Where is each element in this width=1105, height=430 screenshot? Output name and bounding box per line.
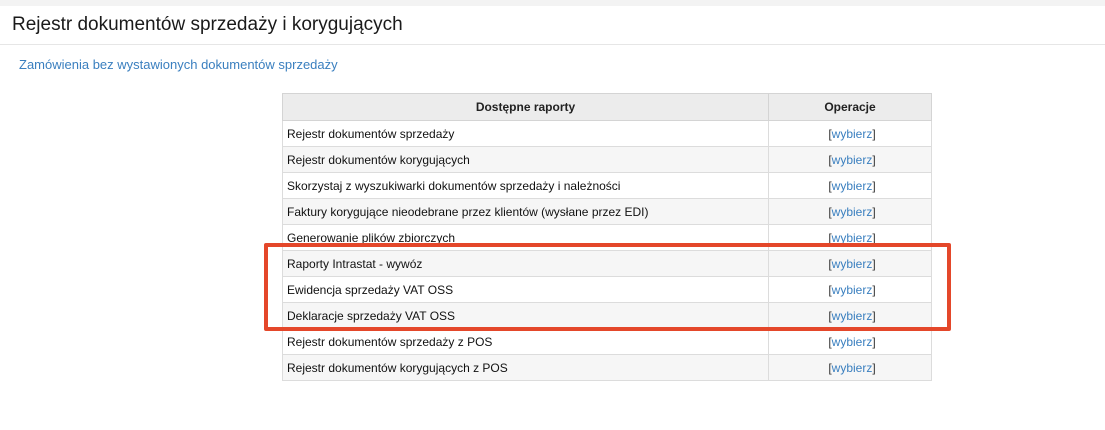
reports-table: Dostępne raporty Operacje Rejestr dokume…	[282, 93, 932, 381]
header-operations: Operacje	[768, 93, 932, 121]
operation-cell: [wybierz]	[768, 302, 932, 329]
report-name: Skorzystaj z wyszukiwarki dokumentów spr…	[282, 172, 769, 199]
table-row: Faktury korygujące nieodebrane przez kli…	[282, 198, 932, 225]
bracket-close: ]	[872, 360, 876, 375]
operation-cell: [wybierz]	[768, 120, 932, 147]
bracket-close: ]	[872, 308, 876, 323]
table-row: Raporty Intrastat - wywóz [wybierz]	[282, 250, 932, 277]
report-name: Rejestr dokumentów sprzedaży	[282, 120, 769, 147]
operation-cell: [wybierz]	[768, 146, 932, 173]
report-name: Rejestr dokumentów korygujących z POS	[282, 354, 769, 381]
report-name: Deklaracje sprzedaży VAT OSS	[282, 302, 769, 329]
select-report-link[interactable]: wybierz	[832, 205, 873, 219]
page-title: Rejestr dokumentów sprzedaży i korygując…	[12, 14, 403, 35]
operation-cell: [wybierz]	[768, 224, 932, 251]
select-report-link[interactable]: wybierz	[832, 309, 873, 323]
operation-cell: [wybierz]	[768, 328, 932, 355]
operation-cell: [wybierz]	[768, 276, 932, 303]
bracket-close: ]	[872, 230, 876, 245]
bracket-close: ]	[872, 334, 876, 349]
select-report-link[interactable]: wybierz	[832, 231, 873, 245]
report-name: Faktury korygujące nieodebrane przez kli…	[282, 198, 769, 225]
table-row: Rejestr dokumentów korygujących [wybierz…	[282, 146, 932, 173]
header-available-reports: Dostępne raporty	[282, 93, 769, 121]
bracket-close: ]	[872, 204, 876, 219]
orders-without-documents-link[interactable]: Zamówienia bez wystawionych dokumentów s…	[19, 57, 338, 72]
select-report-link[interactable]: wybierz	[832, 283, 873, 297]
bracket-close: ]	[872, 126, 876, 141]
report-name: Raporty Intrastat - wywóz	[282, 250, 769, 277]
table-row: Rejestr dokumentów sprzedaży [wybierz]	[282, 120, 932, 147]
report-name: Rejestr dokumentów sprzedaży z POS	[282, 328, 769, 355]
table-row: Rejestr dokumentów korygujących z POS [w…	[282, 354, 932, 381]
bracket-close: ]	[872, 178, 876, 193]
page-header: Rejestr dokumentów sprzedaży i korygując…	[0, 6, 1105, 45]
select-report-link[interactable]: wybierz	[832, 257, 873, 271]
table-header-row: Dostępne raporty Operacje	[282, 93, 932, 121]
table-row: Deklaracje sprzedaży VAT OSS [wybierz]	[282, 302, 932, 329]
table-row: Ewidencja sprzedaży VAT OSS [wybierz]	[282, 276, 932, 303]
select-report-link[interactable]: wybierz	[832, 127, 873, 141]
report-name: Generowanie plików zbiorczych	[282, 224, 769, 251]
table-row: Skorzystaj z wyszukiwarki dokumentów spr…	[282, 172, 932, 199]
operation-cell: [wybierz]	[768, 198, 932, 225]
select-report-link[interactable]: wybierz	[832, 179, 873, 193]
select-report-link[interactable]: wybierz	[832, 335, 873, 349]
table-row: Generowanie plików zbiorczych [wybierz]	[282, 224, 932, 251]
bracket-close: ]	[872, 256, 876, 271]
bracket-close: ]	[872, 152, 876, 167]
table-row: Rejestr dokumentów sprzedaży z POS [wybi…	[282, 328, 932, 355]
operation-cell: [wybierz]	[768, 354, 932, 381]
report-name: Ewidencja sprzedaży VAT OSS	[282, 276, 769, 303]
select-report-link[interactable]: wybierz	[832, 153, 873, 167]
select-report-link[interactable]: wybierz	[832, 361, 873, 375]
operation-cell: [wybierz]	[768, 172, 932, 199]
operation-cell: [wybierz]	[768, 250, 932, 277]
report-name: Rejestr dokumentów korygujących	[282, 146, 769, 173]
bracket-close: ]	[872, 282, 876, 297]
